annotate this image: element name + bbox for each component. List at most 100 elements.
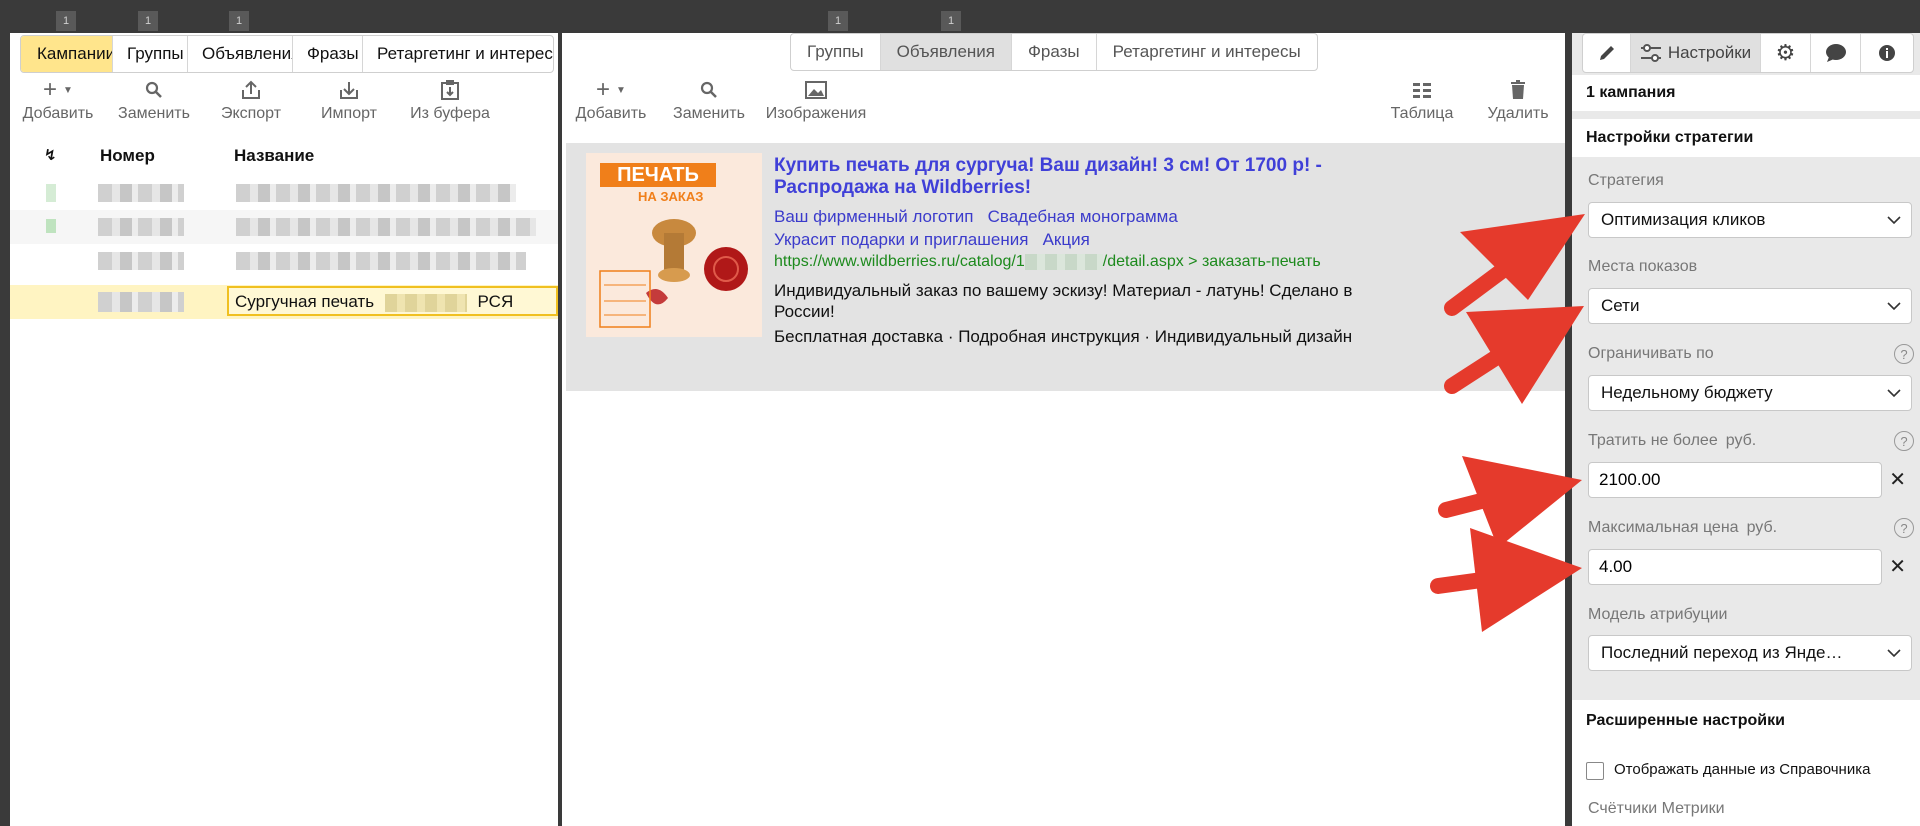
sort-icon[interactable]: ↯ <box>44 146 57 164</box>
settings-panel: Настройки ⚙ 1 кампания Настройки стратег… <box>1572 33 1920 826</box>
replace-label: Заменить <box>118 105 190 122</box>
redacted-number <box>98 292 184 312</box>
help-icon[interactable]: ? <box>1894 431 1914 451</box>
placement-value: Сети <box>1601 296 1640 315</box>
campaign-name-cell[interactable]: Сургучная печать РСЯ <box>227 286 558 316</box>
ad-title-link[interactable]: Купить печать для сургуча! Ваш дизайн! 3… <box>774 155 1384 199</box>
placement-select[interactable]: Сети <box>1588 288 1912 324</box>
ad-body-text: Индивидуальный заказ по вашему эскизу! М… <box>774 281 1353 321</box>
trash-icon <box>1509 77 1527 103</box>
sitelink[interactable]: Акция <box>1043 230 1090 249</box>
strategy-select[interactable]: Оптимизация кликов <box>1588 202 1912 238</box>
images-button[interactable]: Изображения <box>758 77 874 123</box>
campaign-count: 1 кампания <box>1572 75 1920 111</box>
tab-settings[interactable]: Настройки <box>1631 34 1761 72</box>
redacted-number <box>98 252 184 270</box>
info-tab[interactable] <box>1861 34 1913 72</box>
clear-icon[interactable]: ✕ <box>1889 554 1906 579</box>
count-badge: 1 <box>941 11 961 31</box>
metrica-counters-label: Счётчики Метрики <box>1588 800 1725 817</box>
add-button[interactable]: + ▼ Добавить <box>10 76 106 123</box>
max-price-label-text: Максимальная цена <box>1588 519 1739 536</box>
max-price-input[interactable] <box>1588 549 1882 585</box>
spend-limit-label-text: Тратить не более <box>1588 432 1718 449</box>
clear-icon[interactable]: ✕ <box>1889 467 1906 492</box>
ad-image: ПЕЧАТЬ НА ЗАКАЗ <box>586 153 762 337</box>
tab-groups[interactable]: Группы <box>791 34 881 70</box>
speech-bubble-icon <box>1825 44 1846 62</box>
chevron-down-icon <box>1887 289 1901 323</box>
column-name[interactable]: Название <box>234 146 314 166</box>
pencil-icon <box>1599 46 1614 60</box>
table-row[interactable] <box>10 244 558 278</box>
ad-display-url[interactable]: https://www.wildberries.ru/catalog/1/det… <box>774 253 1321 271</box>
export-button[interactable]: Экспорт <box>202 77 300 123</box>
column-number[interactable]: Номер <box>100 146 155 166</box>
limit-label: Ограничивать по <box>1588 345 1714 362</box>
tab-phrases[interactable]: Фразы <box>1012 34 1097 70</box>
edit-tab[interactable] <box>1583 34 1631 72</box>
plus-icon: + ▼ <box>596 76 626 103</box>
from-buffer-button[interactable]: Из буфера <box>398 77 502 123</box>
strategy-label: Стратегия <box>1588 172 1664 189</box>
gear-tab[interactable]: ⚙ <box>1761 34 1811 72</box>
sitelink[interactable]: Ваш фирменный логотип <box>774 207 973 226</box>
table-row[interactable] <box>10 176 558 210</box>
import-icon <box>338 77 360 103</box>
delete-button[interactable]: Удалить <box>1470 77 1566 123</box>
search-icon <box>700 77 718 103</box>
export-label: Экспорт <box>220 105 282 122</box>
attribution-select[interactable]: Последний переход из Янде… <box>1588 635 1912 671</box>
help-icon[interactable]: ? <box>1894 518 1914 538</box>
show-directory-checkbox[interactable] <box>1586 762 1604 780</box>
import-label: Импорт <box>321 105 377 122</box>
tab-retargeting[interactable]: Ретаргетинг и интересы <box>363 36 553 72</box>
count-badge: 1 <box>828 11 848 31</box>
table-row[interactable] <box>10 210 558 244</box>
image-icon <box>805 77 827 103</box>
delete-label: Удалить <box>1487 105 1549 122</box>
redacted-number <box>98 184 184 202</box>
add-label: Добавить <box>22 105 94 122</box>
info-icon <box>1879 45 1895 61</box>
sitelink[interactable]: Свадебная монограмма <box>988 207 1178 226</box>
export-icon <box>240 77 262 103</box>
add-button[interactable]: + ▼ Добавить <box>562 76 660 123</box>
advanced-section-body: Отображать данные из Справочника Счётчик… <box>1572 742 1920 826</box>
url-start: https://www.wildberries.ru/catalog/1 <box>774 253 1025 270</box>
tab-groups[interactable]: Группы <box>113 36 188 72</box>
status-indicator <box>46 184 56 202</box>
table-button[interactable]: Таблица <box>1374 77 1470 123</box>
replace-button[interactable]: Заменить <box>106 77 202 123</box>
tab-ads[interactable]: Объявления <box>188 36 293 72</box>
import-button[interactable]: Импорт <box>300 77 398 123</box>
tab-retargeting[interactable]: Ретаргетинг и интересы <box>1097 34 1317 70</box>
attribution-label: Модель атрибуции <box>1588 606 1728 623</box>
from-buffer-label: Из буфера <box>410 105 490 122</box>
table-row-selected[interactable]: Сургучная печать РСЯ <box>10 285 558 319</box>
campaign-name-end: РСЯ <box>477 292 514 311</box>
ad-preview-card[interactable]: ПЕЧАТЬ НА ЗАКАЗ Купить печать для сургуч… <box>566 143 1565 391</box>
search-icon <box>145 77 163 103</box>
redacted-number <box>98 218 184 236</box>
comments-tab[interactable] <box>1811 34 1861 72</box>
right-tabs: Настройки ⚙ <box>1582 33 1914 73</box>
tab-ads[interactable]: Объявления <box>880 34 1012 70</box>
replace-label: Заменить <box>673 105 745 122</box>
redacted-name <box>236 218 536 236</box>
clipboard-icon <box>439 77 461 103</box>
campaigns-panel: Кампании Группы Объявления Фразы Ретарге… <box>10 33 558 826</box>
count-badge: 1 <box>138 11 158 31</box>
tab-campaigns[interactable]: Кампании <box>21 36 113 72</box>
tab-phrases[interactable]: Фразы <box>293 36 363 72</box>
seal-illustration <box>599 219 748 328</box>
tab-settings-label: Настройки <box>1667 43 1752 62</box>
sitelink[interactable]: Украсит подарки и приглашения <box>774 230 1028 249</box>
plus-icon: + ▼ <box>43 76 73 103</box>
help-icon[interactable]: ? <box>1894 344 1914 364</box>
left-toolbar: + ▼ Добавить Заменить Экспорт Импорт Из б… <box>10 76 502 123</box>
replace-button[interactable]: Заменить <box>660 77 758 123</box>
limit-select[interactable]: Недельному бюджету <box>1588 375 1912 411</box>
sliders-icon <box>1640 44 1661 62</box>
spend-limit-input[interactable] <box>1588 462 1882 498</box>
